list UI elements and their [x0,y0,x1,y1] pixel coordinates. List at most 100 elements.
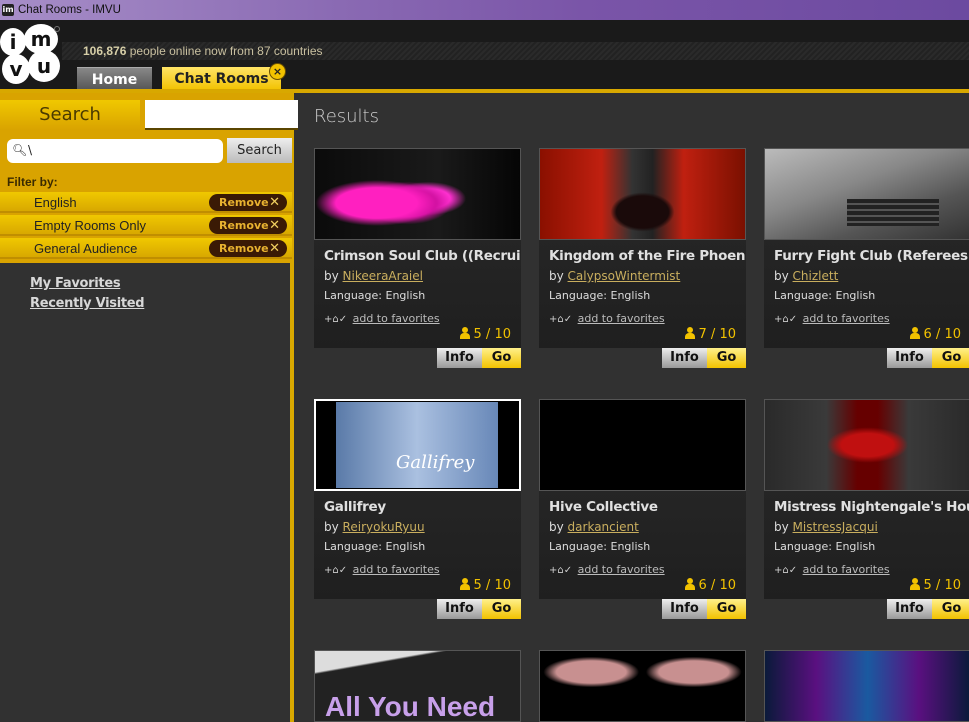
add-to-favorites[interactable]: +⌂✓ add to favorites [774,312,890,325]
language-label: Language: [549,540,607,553]
room-name[interactable]: Crimson Soul Club ((Recruiting [324,248,520,264]
by-label: by [324,269,339,283]
go-button[interactable]: Go [932,599,969,619]
room-name[interactable]: Hive Collective [549,499,745,515]
occupancy-value: 6 / 10 [923,327,961,342]
room-language: Language: English [774,289,875,302]
language-label: Language: [324,289,382,302]
room-owner: by Chizlett [774,269,838,283]
go-button[interactable]: Go [707,348,746,368]
close-tab-icon[interactable]: × [269,63,286,80]
language-value: English [385,540,426,553]
add-to-favorites[interactable]: +⌂✓ add to favorites [324,312,440,325]
imvu-logo[interactable]: i m v u [0,24,64,90]
info-button[interactable]: Info [887,599,932,619]
add-to-favorites-link[interactable]: add to favorites [353,312,440,325]
filter-row-english: English Remove ✕ [0,192,292,213]
results-heading: Results [314,106,379,127]
info-button[interactable]: Info [437,348,482,368]
add-to-favorites[interactable]: +⌂✓ add to favorites [324,563,440,576]
language-value: English [610,289,651,302]
room-thumbnail[interactable] [764,148,969,240]
go-button[interactable]: Go [482,599,521,619]
sidebar: Search 🔍︎ \ Search Filter by: English Re… [0,93,298,722]
filter-label: Filter by: [7,175,58,189]
room-thumbnail[interactable] [314,148,521,240]
by-label: by [549,520,564,534]
room-name[interactable]: Gallifrey [324,499,520,515]
person-icon [459,327,470,339]
tab-home[interactable]: Home [77,67,152,90]
info-button[interactable]: Info [887,348,932,368]
person-icon [909,578,920,590]
room-card: Crimson Soul Club ((Recruiting by Nikeer… [314,148,521,368]
filter-row-empty-rooms: Empty Rooms Only Remove ✕ [0,215,292,236]
remove-label: Remove [219,219,269,232]
tab-chat-rooms[interactable]: Chat Rooms [162,67,281,90]
room-name[interactable]: Mistress Nightengale's House [774,499,969,515]
room-thumbnail[interactable] [539,650,746,722]
search-input[interactable]: 🔍︎ \ [7,139,223,163]
owner-link[interactable]: Chizlett [793,269,839,283]
owner-link[interactable]: CalypsoWintermist [568,269,681,283]
logo-letter-u: u [28,50,60,82]
window-title: Chat Rooms - IMVU [18,4,121,16]
search-button[interactable]: Search [227,138,292,163]
room-owner: by darkancient [549,520,639,534]
room-owner: by NikeeraAraiel [324,269,423,283]
info-button[interactable]: Info [662,599,707,619]
room-thumbnail[interactable] [539,399,746,491]
room-name[interactable]: Kingdom of the Fire Phoenix [549,248,745,264]
registered-mark-icon [54,26,60,32]
online-count: 106,876 [83,44,127,58]
owner-link[interactable]: NikeeraAraiel [343,269,423,283]
room-card: Mistress Nightengale's House by Mistress… [764,399,969,619]
recently-visited-link[interactable]: Recently Visited [30,296,145,311]
owner-link[interactable]: MistressJacqui [793,520,878,534]
occupancy-value: 6 / 10 [698,578,736,593]
add-favorite-icon: +⌂✓ [324,565,348,576]
go-button[interactable]: Go [482,348,521,368]
add-favorite-icon: +⌂✓ [549,314,573,325]
go-button[interactable]: Go [932,348,969,368]
room-language: Language: English [324,289,425,302]
room-owner: by ReiryokuRyuu [324,520,425,534]
remove-label: Remove [219,196,269,209]
occupancy-value: 7 / 10 [698,327,736,342]
info-button[interactable]: Info [437,599,482,619]
remove-filter-button[interactable]: Remove ✕ [209,217,287,234]
room-thumbnail[interactable]: All You Need is Love [314,650,521,722]
remove-filter-button[interactable]: Remove ✕ [209,194,287,211]
room-card: Gallifrey Gallifrey by ReiryokuRyuu Lang… [314,399,521,619]
remove-filter-button[interactable]: Remove ✕ [209,240,287,257]
search-icon: 🔍︎ [12,143,28,157]
add-to-favorites-link[interactable]: add to favorites [803,312,890,325]
logo-letter-v: v [2,54,30,84]
room-thumbnail[interactable] [764,650,969,722]
window-titlebar: im Chat Rooms - IMVU [0,0,969,20]
room-thumbnail[interactable] [764,399,969,491]
add-favorite-icon: +⌂✓ [774,565,798,576]
add-to-favorites[interactable]: +⌂✓ add to favorites [549,312,665,325]
add-to-favorites[interactable]: +⌂✓ add to favorites [774,563,890,576]
go-button[interactable]: Go [707,599,746,619]
room-occupancy: 5 / 10 [459,327,511,342]
sidebar-links: My Favorites Recently Visited [30,276,145,316]
my-favorites-link[interactable]: My Favorites [30,276,144,291]
add-to-favorites[interactable]: +⌂✓ add to favorites [549,563,665,576]
room-name[interactable]: Furry Fight Club (Referees needed [774,248,969,264]
add-to-favorites-link[interactable]: add to favorites [803,563,890,576]
add-to-favorites-link[interactable]: add to favorites [578,563,665,576]
add-to-favorites-link[interactable]: add to favorites [353,563,440,576]
owner-link[interactable]: darkancient [568,520,639,534]
search-tab[interactable]: Search [0,100,140,130]
room-language: Language: English [549,540,650,553]
language-value: English [835,540,876,553]
room-thumbnail[interactable]: Gallifrey [314,399,521,491]
add-to-favorites-link[interactable]: add to favorites [578,312,665,325]
owner-link[interactable]: ReiryokuRyuu [343,520,425,534]
info-button[interactable]: Info [662,348,707,368]
language-value: English [385,289,426,302]
room-card: Furry Fight Club (Referees needed by Chi… [764,148,969,368]
room-thumbnail[interactable] [539,148,746,240]
